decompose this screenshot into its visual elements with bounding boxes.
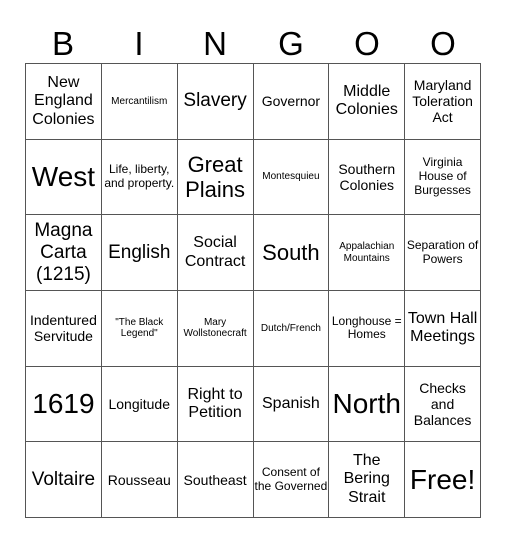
header-letter: G bbox=[278, 25, 304, 62]
bingo-cell[interactable]: The Bering Strait bbox=[329, 442, 406, 518]
bingo-cell-text: Middle Colonies bbox=[335, 82, 398, 119]
bingo-cell-text: Longhouse = Homes bbox=[331, 313, 402, 342]
bingo-cell[interactable]: Longhouse = Homes bbox=[329, 290, 406, 367]
bingo-cell[interactable]: Middle Colonies bbox=[329, 64, 406, 140]
header-letter: N bbox=[203, 25, 227, 62]
bingo-cell[interactable]: Checks and Balances bbox=[405, 366, 481, 443]
bingo-cell[interactable]: Appalachian Mountains bbox=[329, 215, 406, 291]
bingo-cell-text: Governor bbox=[261, 93, 321, 110]
bingo-cell[interactable]: Virginia House of Burgesses bbox=[405, 139, 481, 216]
bingo-cell-text: Slavery bbox=[183, 90, 247, 112]
bingo-cell[interactable]: Southeast bbox=[177, 442, 254, 518]
bingo-cell-text: Southeast bbox=[183, 471, 247, 488]
bingo-cell-text: South bbox=[262, 240, 320, 265]
bingo-cell[interactable]: Free! bbox=[405, 442, 481, 518]
bingo-cell[interactable]: North bbox=[329, 366, 406, 443]
bingo-cell[interactable]: Slavery bbox=[177, 64, 254, 140]
bingo-cell-text: Rousseau bbox=[107, 471, 171, 488]
bingo-cell[interactable]: English bbox=[101, 215, 178, 291]
bingo-cell-text: Right to Petition bbox=[187, 385, 243, 421]
bingo-cell[interactable]: West bbox=[26, 139, 102, 216]
bingo-cell-text: Mercantilism bbox=[111, 95, 168, 107]
bingo-cell-text: Separation of Powers bbox=[406, 237, 479, 266]
bingo-cell[interactable]: Magna Carta (1215) bbox=[26, 215, 102, 291]
bingo-cell-text: Longitude bbox=[108, 395, 170, 412]
bingo-cell[interactable]: Town Hall Meetings bbox=[405, 290, 481, 367]
bingo-cell[interactable]: "The Black Legend" bbox=[101, 290, 178, 367]
bingo-cell-text: Checks and Balances bbox=[413, 379, 472, 429]
bingo-cell-text: Social Contract bbox=[184, 234, 246, 270]
bingo-cell[interactable]: Indentured Servitude bbox=[26, 290, 102, 367]
header-letter: B bbox=[51, 25, 74, 62]
bingo-cell[interactable]: Spanish bbox=[253, 366, 330, 443]
bingo-cell-text: Dutch/French bbox=[260, 322, 321, 334]
bingo-cell[interactable]: Separation of Powers bbox=[405, 215, 481, 291]
bingo-cell[interactable]: Governor bbox=[253, 64, 330, 140]
bingo-cell-text: Magna Carta (1215) bbox=[34, 219, 93, 285]
bingo-cell-text: Appalachian Mountains bbox=[339, 241, 395, 264]
bingo-cell[interactable]: Voltaire bbox=[26, 442, 102, 518]
bingo-cell[interactable]: Longitude bbox=[101, 366, 178, 443]
bingo-cell-text: Mary Wollstonecraft bbox=[183, 316, 247, 340]
bingo-cell-text: Spanish bbox=[262, 394, 320, 412]
bingo-cell[interactable]: Rousseau bbox=[101, 442, 178, 518]
bingo-cell[interactable]: Montesquieu bbox=[253, 139, 330, 216]
bingo-cell-text: Voltaire bbox=[31, 468, 96, 490]
bingo-cell-text: Free! bbox=[409, 463, 476, 495]
header-letter: O bbox=[354, 25, 380, 62]
bingo-cell[interactable]: Maryland Toleration Act bbox=[405, 64, 481, 140]
bingo-cell-text: Southern Colonies bbox=[338, 160, 396, 193]
header-letter: I bbox=[134, 25, 144, 62]
bingo-cell[interactable]: Dutch/French bbox=[253, 290, 330, 367]
bingo-cell-text: Virginia House of Burgesses bbox=[414, 155, 471, 197]
bingo-cell-text: Great Plains bbox=[185, 151, 246, 202]
bingo-cell[interactable]: 1619 bbox=[26, 366, 102, 443]
bingo-cell-text: Life, liberty, and property. bbox=[104, 162, 175, 190]
bingo-cell[interactable]: Right to Petition bbox=[177, 366, 254, 443]
bingo-cell-text: Town Hall Meetings bbox=[407, 309, 478, 346]
bingo-cell[interactable]: Consent of the Governed bbox=[253, 442, 330, 518]
bingo-grid: New England Colonies Mercantilism Slavery G… bbox=[25, 63, 481, 518]
bingo-cell-text: "The Black Legend" bbox=[115, 316, 164, 340]
header-letter: O bbox=[430, 25, 456, 62]
bingo-cell-text: West bbox=[31, 160, 96, 192]
bingo-cell-text: Montesquieu bbox=[262, 171, 320, 183]
bingo-cell[interactable]: Mary Wollstonecraft bbox=[177, 290, 254, 367]
bingo-cell[interactable]: Social Contract bbox=[177, 215, 254, 291]
bingo-cell-text: Maryland Toleration Act bbox=[412, 77, 473, 126]
bingo-cell[interactable]: South bbox=[253, 215, 330, 291]
bingo-cell-text: Indentured Servitude bbox=[29, 312, 97, 345]
bingo-cell-text: 1619 bbox=[32, 387, 95, 419]
bingo-cell[interactable]: Great Plains bbox=[177, 139, 254, 216]
bingo-cell[interactable]: Mercantilism bbox=[101, 64, 178, 140]
bingo-cell-text: English bbox=[108, 241, 171, 263]
bingo-header: B I N G O O bbox=[25, 24, 481, 64]
bingo-cell-text: Consent of the Governed bbox=[254, 464, 328, 493]
bingo-cell[interactable]: New England Colonies bbox=[26, 64, 102, 140]
bingo-cell[interactable]: Southern Colonies bbox=[329, 139, 406, 216]
bingo-cell[interactable]: Life, liberty, and property. bbox=[101, 139, 178, 216]
bingo-cell-text: New England Colonies bbox=[32, 73, 95, 128]
bingo-cell-text: North bbox=[332, 387, 401, 419]
bingo-cell-text: The Bering Strait bbox=[343, 452, 390, 506]
